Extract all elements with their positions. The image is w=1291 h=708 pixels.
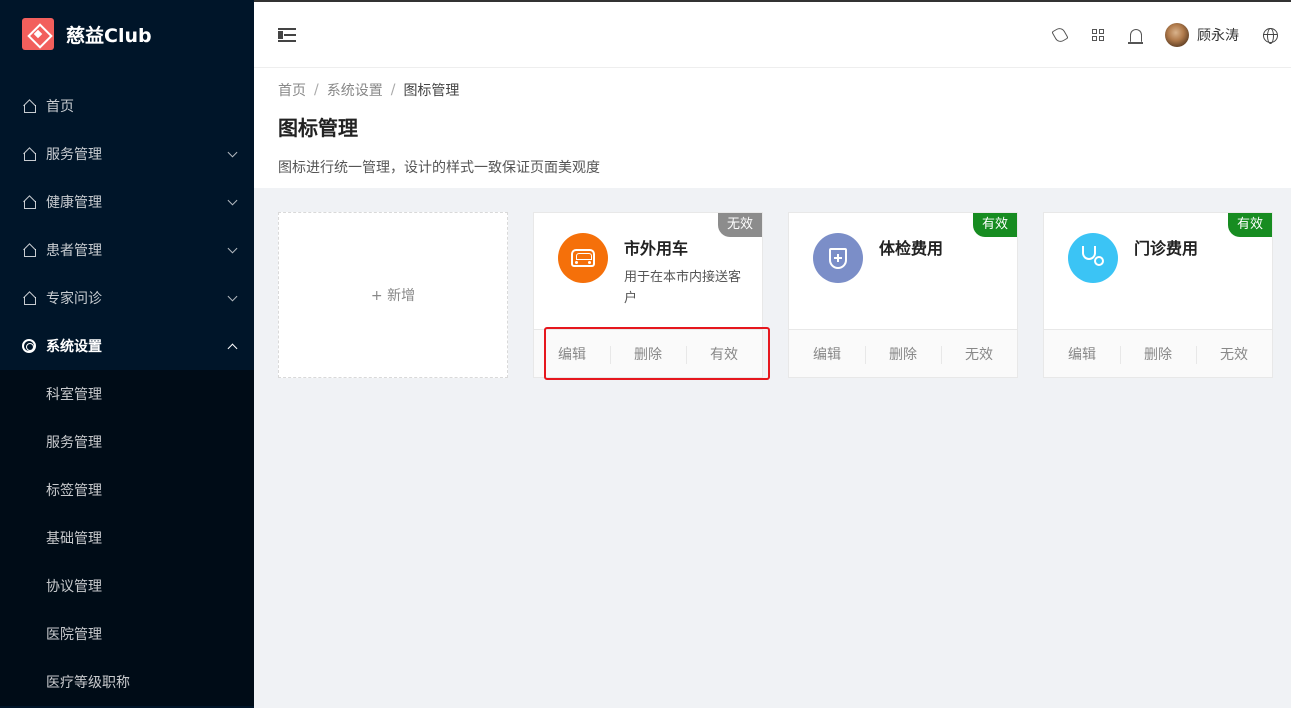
card-icon-circle <box>1068 233 1118 283</box>
delete-button[interactable]: 删除 <box>610 344 686 364</box>
chevron-up-icon <box>227 343 238 353</box>
breadcrumb: 首页 / 系统设置 / 图标管理 <box>278 80 1267 100</box>
edit-button[interactable]: 编辑 <box>789 344 865 364</box>
globe-icon <box>1262 27 1278 44</box>
icon-card-list: + 新增 市外用车 用于在本市内接送客户 无效 编辑 删除 有效 体检费用 有效… <box>254 188 1291 708</box>
sidebar-item-home[interactable]: 首页 <box>0 82 254 130</box>
logo-text: 慈益Club <box>66 24 152 47</box>
breadcrumb-settings[interactable]: 系统设置 <box>327 80 383 100</box>
sidebar-item-label: 系统设置 <box>46 339 102 355</box>
sidebar-subitem-hospitals[interactable]: 医院管理 <box>0 610 254 658</box>
toggle-status-button[interactable]: 无效 <box>941 344 1017 364</box>
grid-icon <box>1092 29 1104 41</box>
card-actions: 编辑 删除 有效 <box>534 329 762 377</box>
breadcrumb-separator: / <box>390 82 396 98</box>
notifications-button[interactable] <box>1117 15 1155 55</box>
page-header: 首页 / 系统设置 / 图标管理 图标管理 图标进行统一管理，设计的样式一致保证… <box>254 68 1291 188</box>
header-tools: 顾永涛 <box>1041 2 1291 68</box>
home-icon <box>22 147 36 161</box>
sidebar-item-label: 患者管理 <box>46 243 102 259</box>
apps-button[interactable] <box>1079 15 1117 55</box>
status-badge: 有效 <box>972 213 1017 237</box>
sidebar-item-label: 健康管理 <box>46 195 102 211</box>
user-menu[interactable]: 顾永涛 <box>1155 23 1253 47</box>
sidebar-item-label: 首页 <box>46 99 74 115</box>
settings-submenu: 科室管理 服务管理 标签管理 基础管理 协议管理 医院管理 医疗等级职称 <box>0 370 254 706</box>
card-actions: 编辑 删除 无效 <box>789 329 1017 377</box>
add-card-button[interactable]: + 新增 <box>278 212 508 378</box>
sidebar-subitem-services[interactable]: 服务管理 <box>0 418 254 466</box>
user-name: 顾永涛 <box>1197 28 1239 44</box>
card-description: 用于在本市内接送客户 <box>624 270 742 306</box>
sidebar-item-settings[interactable]: 系统设置 <box>0 322 254 370</box>
top-header: 顾永涛 <box>254 0 1291 68</box>
sidebar-item-label: 服务管理 <box>46 147 102 163</box>
home-icon <box>22 99 36 113</box>
breadcrumb-separator: / <box>314 82 319 98</box>
sidebar-item-consultation[interactable]: 专家问诊 <box>0 274 254 322</box>
chevron-down-icon <box>227 291 238 301</box>
status-badge: 无效 <box>717 213 762 237</box>
breadcrumb-current: 图标管理 <box>403 83 460 99</box>
logo-icon <box>22 18 54 50</box>
icon-card: 市外用车 用于在本市内接送客户 无效 编辑 删除 有效 <box>533 212 763 378</box>
stethoscope-icon <box>1082 246 1104 270</box>
home-icon <box>22 291 36 305</box>
sidebar-subitem-departments[interactable]: 科室管理 <box>0 370 254 418</box>
avatar <box>1165 23 1189 47</box>
toggle-status-button[interactable]: 无效 <box>1196 344 1272 364</box>
breadcrumb-home[interactable]: 首页 <box>278 80 306 100</box>
card-actions: 编辑 删除 无效 <box>1044 329 1272 377</box>
shield-icon <box>829 247 847 269</box>
toggle-status-button[interactable]: 有效 <box>686 344 762 364</box>
sidebar-item-label: 专家问诊 <box>46 291 102 307</box>
delete-button[interactable]: 删除 <box>1120 344 1196 364</box>
sidebar-subitem-tags[interactable]: 标签管理 <box>0 466 254 514</box>
chevron-down-icon <box>227 195 238 205</box>
bell-icon <box>1128 28 1143 44</box>
car-icon <box>571 249 595 267</box>
icon-card: 门诊费用 有效 编辑 删除 无效 <box>1043 212 1273 378</box>
card-title: 体检费用 <box>879 239 944 258</box>
card-icon-circle <box>813 233 863 283</box>
edit-button[interactable]: 编辑 <box>1044 344 1120 364</box>
sidebar: 慈益Club 首页 服务管理 健康管理 患者管理 专家问诊 系统设置 科室管理 … <box>0 0 254 708</box>
card-title: 市外用车 <box>624 239 689 258</box>
language-button[interactable] <box>1253 15 1291 55</box>
home-icon <box>22 195 36 209</box>
status-badge: 有效 <box>1227 213 1272 237</box>
sidebar-subitem-agreements[interactable]: 协议管理 <box>0 562 254 610</box>
sidebar-item-service[interactable]: 服务管理 <box>0 130 254 178</box>
phone-button[interactable] <box>1041 15 1079 55</box>
sidebar-subitem-basics[interactable]: 基础管理 <box>0 514 254 562</box>
sidebar-menu: 首页 服务管理 健康管理 患者管理 专家问诊 系统设置 科室管理 服务管理 标签… <box>0 82 254 706</box>
sidebar-item-health[interactable]: 健康管理 <box>0 178 254 226</box>
gear-icon <box>22 339 36 353</box>
edit-button[interactable]: 编辑 <box>534 344 610 364</box>
icon-card: 体检费用 有效 编辑 删除 无效 <box>788 212 1018 378</box>
delete-button[interactable]: 删除 <box>865 344 941 364</box>
add-card-label: + 新增 <box>370 288 416 304</box>
chevron-down-icon <box>227 243 238 253</box>
page-title: 图标管理 <box>278 116 358 140</box>
menu-fold-icon[interactable] <box>278 28 296 42</box>
home-icon <box>22 243 36 257</box>
card-icon-circle <box>558 233 608 283</box>
phone-icon <box>1051 25 1069 45</box>
sidebar-subitem-medical-titles[interactable]: 医疗等级职称 <box>0 658 254 706</box>
page-description: 图标进行统一管理，设计的样式一致保证页面美观度 <box>278 160 600 176</box>
sidebar-item-patients[interactable]: 患者管理 <box>0 226 254 274</box>
card-title: 门诊费用 <box>1134 239 1199 258</box>
chevron-down-icon <box>227 147 238 157</box>
logo[interactable]: 慈益Club <box>0 0 254 68</box>
